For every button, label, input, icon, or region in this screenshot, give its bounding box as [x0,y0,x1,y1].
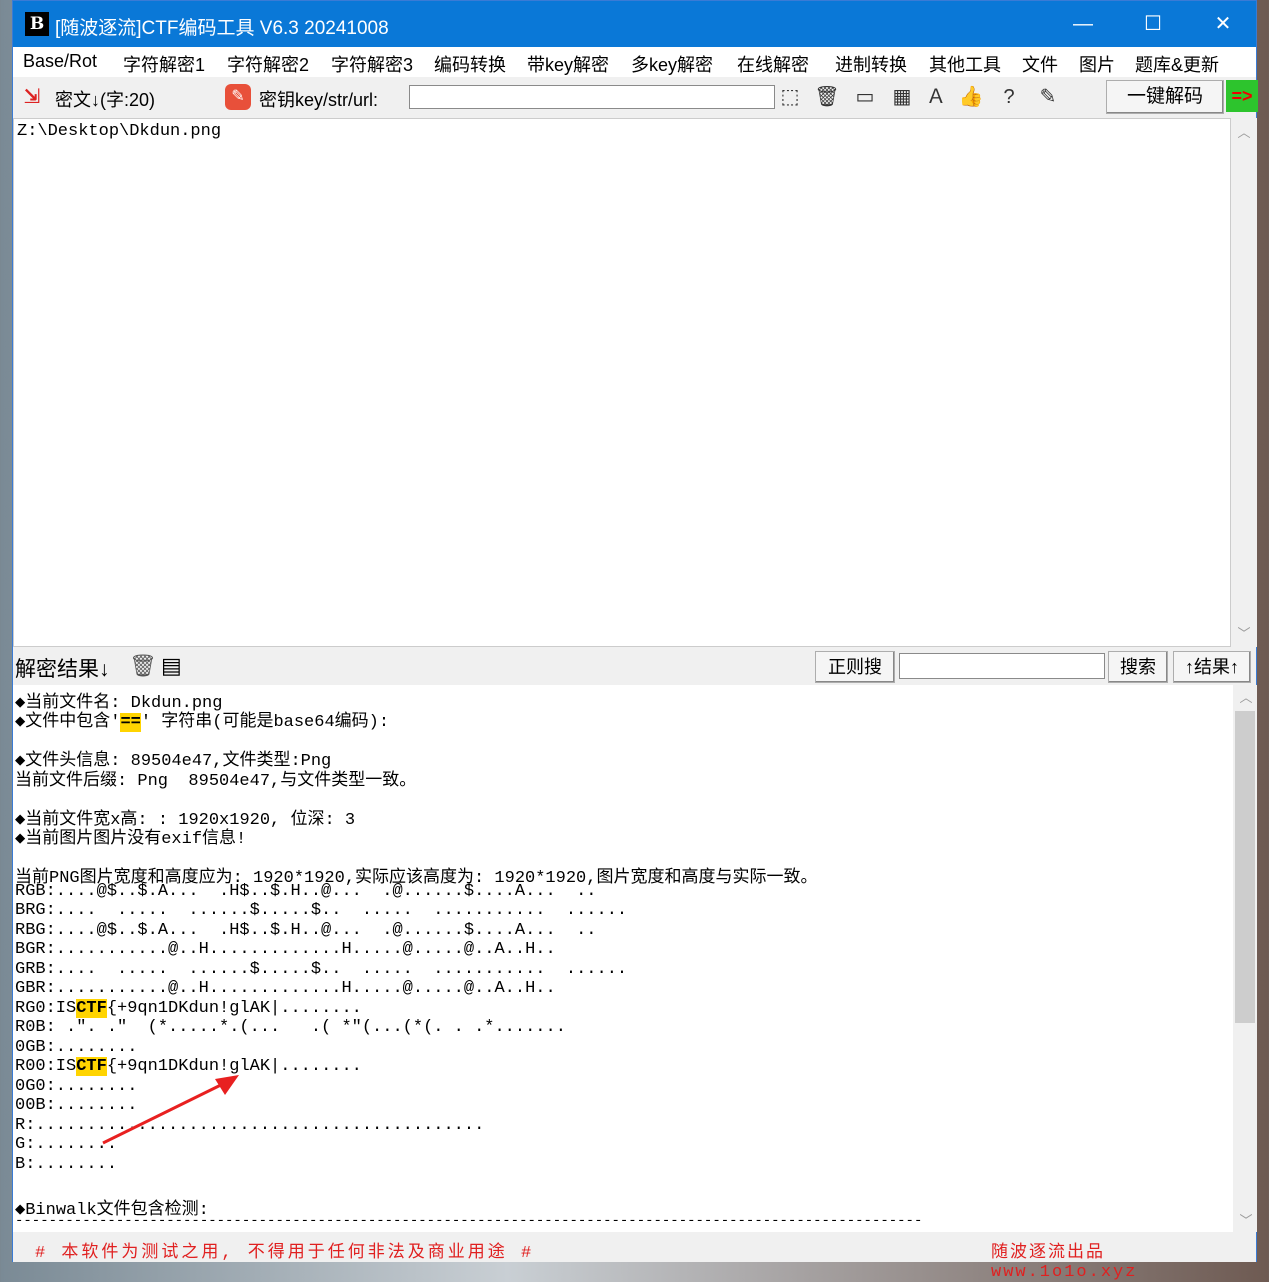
cursor-icon[interactable]: ⬚ [777,84,803,110]
cipher-label: 密文↓(字:20) [55,90,156,110]
menu-bar: Base/Rot 字符解密1 字符解密2 字符解密3 编码转换 带key解密 多… [13,47,1256,77]
clear-result-icon[interactable]: 🗑 [129,653,157,679]
result-label: 解密结果↓ [15,658,110,681]
scrollbar-thumb[interactable] [1235,711,1255,1023]
scroll-down-icon[interactable]: ﹀ [1231,623,1257,643]
output-line: B:........ [15,1155,118,1174]
menu-multikey[interactable]: 多key解密 [631,51,713,77]
output-line-base64: ◆文件中包含'==' 字符串(可能是base64编码): [15,713,390,732]
menu-library-update[interactable]: 题库&更新 [1135,51,1219,77]
highlight-match: == [120,713,141,732]
one-click-decode-button[interactable]: 一键解码 [1106,80,1224,114]
menu-char-decode-2[interactable]: 字符解密2 [227,51,309,77]
highlight-match: CTF [76,999,107,1018]
output-line: 当前文件后缀: Png 89504e47,与文件类型一致。 [15,772,417,791]
search-input[interactable] [899,653,1105,679]
key-icon: ✎ [225,84,251,110]
toolbar: ⇲ 密文↓(字:20) ✎ 密钥key/str/url: ⬚ 🗑 ▭ ▦ Ａ 👍… [13,78,1258,116]
arrow-button[interactable]: => [1226,80,1258,112]
menu-encoding[interactable]: 编码转换 [434,51,506,77]
window-title: [随波逐流]CTF编码工具 V6.3 20241008 [55,18,389,39]
key-input[interactable] [409,85,775,109]
app-window: B [随波逐流]CTF编码工具 V6.3 20241008 — ☐ ✕ Base… [12,0,1258,1282]
terminal-icon[interactable]: ▭ [852,84,878,110]
footer: # 本软件为测试之用, 不得用于任何非法及商业用途 # 随波逐流出品 www.1… [13,1232,1256,1282]
author-link[interactable]: 随波逐流出品 www.1o1o.xyz [991,1237,1256,1282]
result-toolbar: 解密结果↓ 🗑 ▤ 正则搜 搜索 ↑结果↑ [13,648,1256,685]
import-icon[interactable]: ⇲ [19,84,45,110]
menu-online[interactable]: 在线解密 [737,51,809,77]
title-bar: B [随波逐流]CTF编码工具 V6.3 20241008 — ☐ ✕ [13,1,1256,47]
output-textarea[interactable]: ◆当前文件名: Dkdun.png ◆文件中包含'==' 字符串(可能是base… [13,685,1233,1232]
edit-icon[interactable]: ✎ [1035,84,1061,110]
trash-icon[interactable]: 🗑 [814,84,840,110]
red-arrow-annotation [102,1075,239,1145]
output-line: ◆当前图片图片没有exif信息! [15,830,247,849]
output-line: RGB:....@$..$.A... .H$..$.H..@... .@....… [15,882,597,901]
text-style-icon[interactable]: Ａ [923,84,949,110]
menu-key-decode[interactable]: 带key解密 [527,51,609,77]
menu-other-tools[interactable]: 其他工具 [929,51,1001,77]
key-label: 密钥key/str/url: [259,90,379,110]
disclaimer-text: # 本软件为测试之用, 不得用于任何非法及商业用途 # [35,1244,535,1263]
regex-search-button[interactable]: 正则搜 [815,651,895,683]
menu-image[interactable]: 图片 [1079,51,1115,77]
cipher-text: Z:\Desktop\Dkdun.png [17,122,222,141]
maximize-button[interactable]: ☐ [1118,1,1188,47]
menu-char-decode-1[interactable]: 字符解密1 [123,51,205,77]
menu-base-rot[interactable]: Base/Rot [23,51,97,72]
table-icon[interactable]: ▦ [889,84,915,110]
app-logo-icon: B [25,12,49,36]
output-line: BGR:...........@..H.............H.....@.… [15,940,556,959]
output-line: BRG:.... ..... ......$.....$.. ..... ...… [15,901,628,920]
help-icon[interactable]: ? [996,84,1022,110]
search-button[interactable]: 搜索 [1108,651,1168,683]
scroll-down-icon[interactable]: ﹀ [1233,1210,1259,1230]
scroll-up-icon[interactable]: ︿ [1231,122,1257,142]
output-line: RBG:....@$..$.A... .H$..$.H..@... .@....… [15,921,597,940]
output-line: GBR:...........@..H.............H.....@.… [15,979,556,998]
copy-result-icon[interactable]: ▤ [161,653,182,679]
output-line: GRB:.... ..... ......$.....$.. ..... ...… [15,960,628,979]
thumbs-up-icon[interactable]: 👍 [958,84,984,110]
menu-radix[interactable]: 进制转换 [835,51,907,77]
output-scrollbar[interactable]: ︿ ﹀ [1233,685,1257,1232]
output-line: 0GB:........ [15,1038,138,1057]
output-line: ----------------------------------------… [15,1213,923,1229]
cipher-textarea[interactable]: Z:\Desktop\Dkdun.png [13,118,1231,647]
results-button[interactable]: ↑结果↑ [1173,651,1251,683]
cipher-scrollbar[interactable]: ︿ ﹀ [1231,118,1257,647]
close-button[interactable]: ✕ [1188,1,1258,47]
output-line-rg0: RG0:ISCTF{+9qn1DKdun!glAK|........ [15,999,362,1018]
output-line: R0B: .". ." (*.....*.(... .( *"(...(*(. … [15,1018,566,1037]
scroll-up-icon[interactable]: ︿ [1233,687,1259,707]
minimize-button[interactable]: — [1048,1,1118,47]
menu-char-decode-3[interactable]: 字符解密3 [331,51,413,77]
menu-file[interactable]: 文件 [1022,51,1058,77]
